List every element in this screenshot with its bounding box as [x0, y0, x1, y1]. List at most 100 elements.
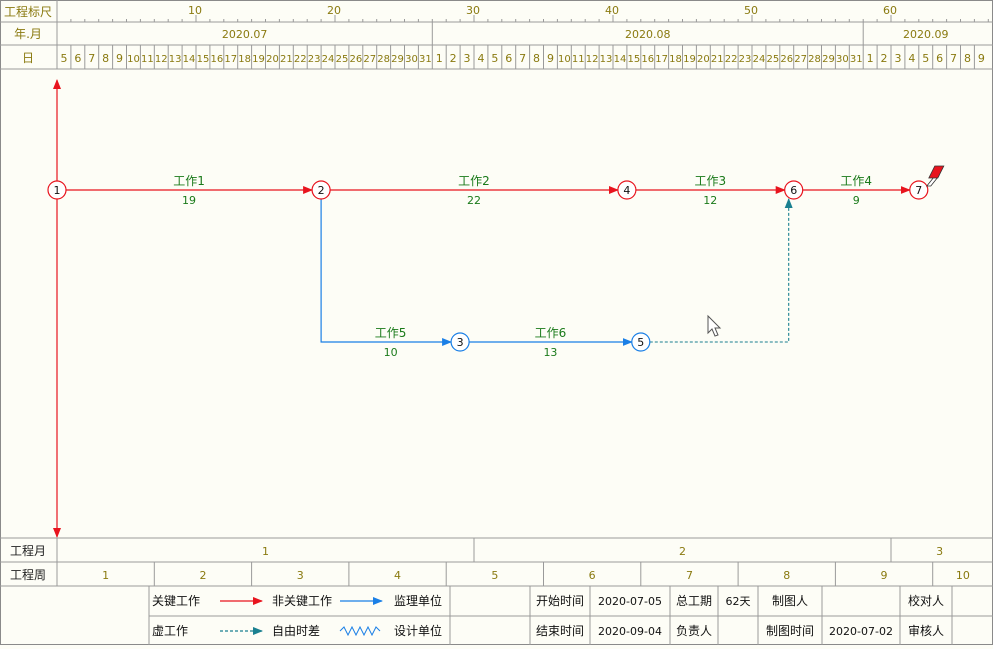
legend-table: 关键工作 非关键工作 监理单位 虚工作 自由时差 设计单位 开始时间 2020-…: [148, 586, 993, 645]
footer-week-cell: 9: [881, 569, 888, 582]
end-time-label: 结束时间: [536, 624, 584, 638]
day-cell: 11: [572, 54, 585, 65]
day-cell: 15: [627, 54, 640, 65]
activity-name: 工作1: [173, 174, 205, 188]
ruler-label: 工程标尺: [4, 4, 52, 19]
start-time-value: 2020-07-05: [598, 595, 662, 608]
event-nodes[interactable]: 1 2 4 6 73 5: [47, 180, 929, 352]
day-cell: 23: [739, 54, 752, 65]
dummy-arrow[interactable]: [649, 198, 793, 343]
footer-month-cell: 3: [936, 545, 943, 558]
day-cell: 16: [641, 54, 654, 65]
activity-arrows[interactable]: [53, 79, 911, 538]
day-cell: 13: [600, 54, 613, 65]
project-month-label: 工程月: [10, 543, 46, 558]
ruler-tick-label: 10: [188, 4, 202, 17]
event-node-number: 4: [623, 184, 630, 197]
day-cell: 21: [711, 54, 724, 65]
day-cell: 2: [881, 52, 888, 65]
month-cells: 2020.07 2020.08 2020.09: [222, 22, 949, 45]
day-cell: 11: [141, 54, 154, 65]
network-schedule-view: 10 20 30 40 50 60 2020.07 2020.08 2020.09 56789…: [0, 0, 993, 645]
day-cell: 27: [794, 54, 807, 65]
footer-month-cell: 2: [679, 545, 686, 558]
day-cell: 5: [922, 52, 929, 65]
event-node-number: 7: [915, 184, 922, 197]
day-cell: 8: [533, 52, 540, 65]
day-cell: 24: [753, 54, 766, 65]
day-cell: 23: [308, 54, 321, 65]
owner-label: 负责人: [676, 624, 712, 638]
day-cell: 1: [436, 52, 443, 65]
day-cell: 4: [477, 52, 484, 65]
event-node-number: 2: [318, 184, 325, 197]
project-week-label: 工程周: [10, 567, 46, 582]
day-cell: 9: [116, 52, 123, 65]
ruler-tick-label: 50: [744, 4, 758, 17]
month-cell: 2020.09: [903, 28, 949, 41]
day-cell: 12: [586, 54, 599, 65]
day-cell: 10: [558, 54, 571, 65]
day-cell: 6: [505, 52, 512, 65]
event-node-number: 1: [54, 184, 61, 197]
day-cell: 26: [349, 54, 362, 65]
day-cell: 17: [224, 54, 237, 65]
outer-frame: [0, 0, 993, 645]
total-duration-label: 总工期: [676, 594, 712, 608]
day-cell: 29: [391, 54, 404, 65]
activity-duration: 12: [703, 194, 717, 207]
event-node-number: 5: [637, 336, 644, 349]
day-cell: 16: [210, 54, 223, 65]
footer-week-cell: 5: [491, 569, 498, 582]
day-cell: 9: [547, 52, 554, 65]
reviewer-label: 审核人: [908, 623, 944, 638]
day-cell: 2: [450, 52, 457, 65]
day-cell: 26: [780, 54, 793, 65]
day-cell: 12: [155, 54, 168, 65]
finish-flag-icon: [925, 165, 945, 187]
legend-free-float-zigzag: [339, 625, 381, 637]
activity-duration: 10: [384, 346, 398, 359]
footer-week-cell: 4: [394, 569, 401, 582]
month-cell: 2020.07: [222, 28, 268, 41]
day-cell: 6: [936, 52, 943, 65]
day-cell: 29: [822, 54, 835, 65]
day-cell: 18: [669, 54, 682, 65]
day-cell: 3: [464, 52, 471, 65]
footer-week-cell: 6: [589, 569, 596, 582]
legend-designer-label: 设计单位: [394, 623, 442, 638]
network-diagram[interactable]: 10 20 30 40 50 60 2020.07 2020.08 2020.09 56789…: [0, 0, 993, 645]
day-cell: 9: [978, 52, 985, 65]
ruler-tick-label: 20: [327, 4, 341, 17]
activity-arrow[interactable]: [320, 199, 453, 346]
day-cell: 7: [88, 52, 95, 65]
ruler-ticks: 10 20 30 40 50 60: [56, 4, 989, 22]
legend-free-float-label: 自由时差: [272, 624, 320, 638]
day-cell: 3: [894, 52, 901, 65]
footer-month-cell: 1: [262, 545, 269, 558]
ruler-tick-label: 60: [883, 4, 897, 17]
day-cell: 13: [169, 54, 182, 65]
day-label: 日: [22, 51, 34, 65]
legend-supervisor-label: 监理单位: [394, 593, 442, 608]
drafter-label: 制图人: [772, 594, 808, 608]
day-cell: 19: [683, 54, 696, 65]
day-cell: 25: [766, 54, 779, 65]
draw-time-label: 制图时间: [766, 624, 814, 638]
footer-week-cell: 3: [297, 569, 304, 582]
day-cell: 7: [519, 52, 526, 65]
day-cell: 10: [127, 54, 140, 65]
footer-month-cells: 1 2 3: [262, 538, 943, 562]
event-node-number: 6: [790, 184, 797, 197]
legend-critical-label: 关键工作: [152, 594, 200, 608]
day-cell: 5: [491, 52, 498, 65]
footer-week-cell: 1: [102, 569, 109, 582]
day-cell: 8: [964, 52, 971, 65]
start-time-label: 开始时间: [536, 594, 584, 608]
activity-name: 工作2: [458, 174, 490, 188]
draw-time-value: 2020-07-02: [829, 625, 893, 638]
footer-week-cells: 1 2 3 4 5 6 7 8 9 10: [102, 562, 970, 586]
day-cell: 4: [908, 52, 915, 65]
day-cell: 8: [102, 52, 109, 65]
day-cell: 30: [836, 54, 849, 65]
